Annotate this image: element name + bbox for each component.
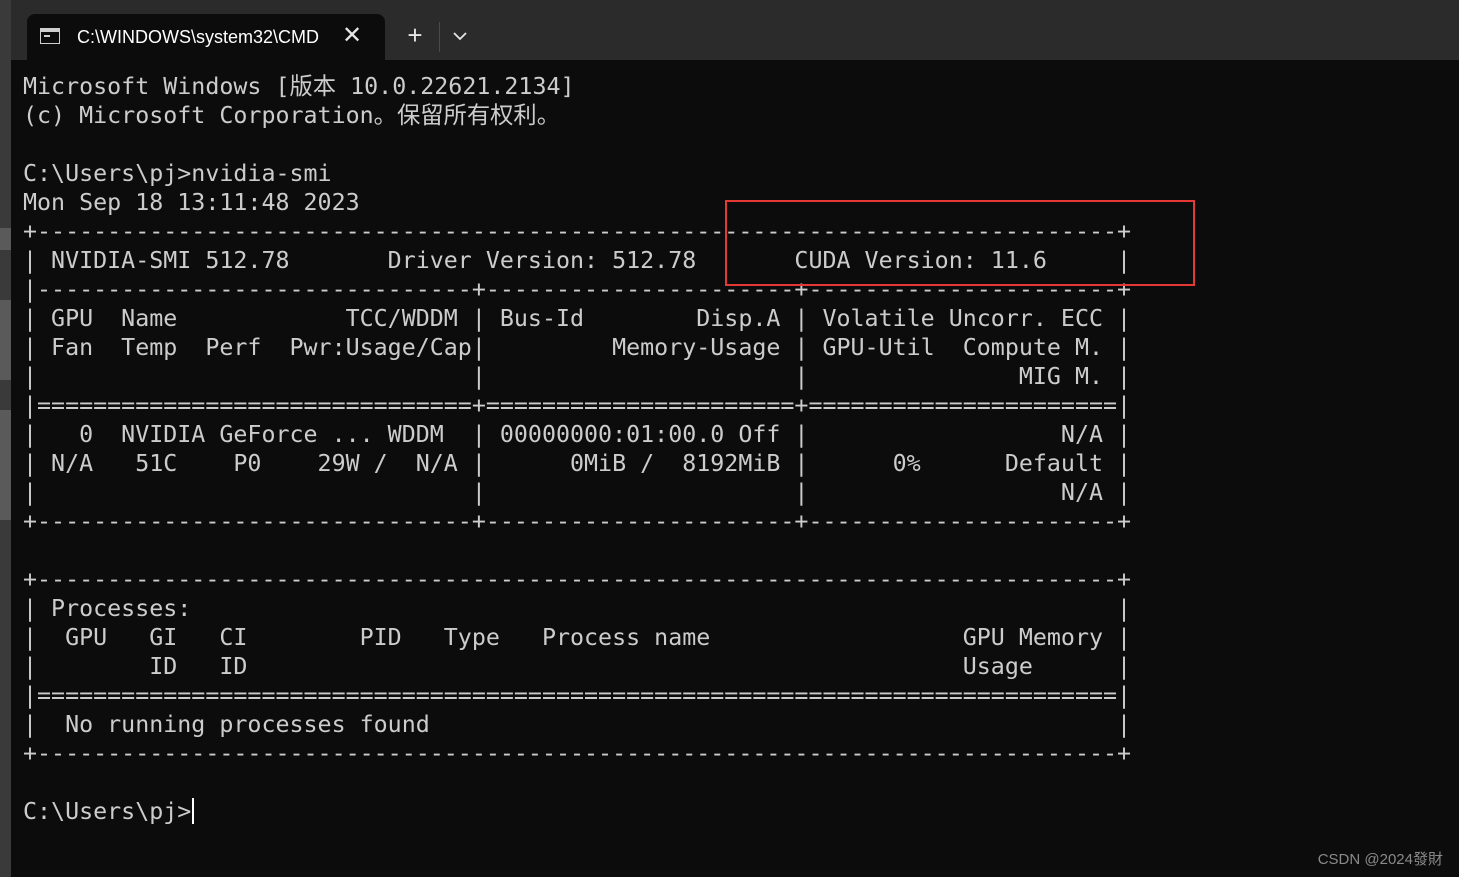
background-strip	[0, 410, 11, 520]
tab-separator	[439, 22, 440, 52]
terminal-line: | | | MIG M. |	[23, 363, 1132, 390]
terminal-output[interactable]: Microsoft Windows [版本 10.0.22621.2134] (c…	[23, 72, 1131, 826]
chevron-down-icon[interactable]	[449, 24, 471, 48]
tab-cmd[interactable]: C:\WINDOWS\system32\CMD ✕	[27, 14, 385, 60]
terminal-line: C:\Users\pj>nvidia-smi	[23, 160, 332, 187]
terminal-line: | No running processes found |	[23, 711, 1132, 738]
background-strip	[0, 300, 11, 380]
prompt-line[interactable]: C:\Users\pj>	[23, 797, 1131, 826]
cmd-icon	[40, 28, 60, 44]
terminal-line: | Processes: |	[23, 595, 1132, 622]
close-icon[interactable]: ✕	[339, 22, 365, 50]
terminal-line: | ID ID Usage |	[23, 653, 1132, 680]
background-window-edge	[0, 0, 11, 877]
terminal-line: +-------------------------------+-------…	[23, 508, 1132, 535]
prompt: C:\Users\pj>	[23, 798, 192, 825]
terminal-line: | | | N/A |	[23, 479, 1132, 506]
terminal-line: |=======================================…	[23, 682, 1132, 709]
terminal-line: | GPU Name TCC/WDDM | Bus-Id Disp.A | Vo…	[23, 305, 1132, 332]
terminal-line: |===============================+=======…	[23, 392, 1132, 419]
terminal-line: (c) Microsoft Corporation。保留所有权利。	[23, 102, 561, 129]
terminal-line: | Fan Temp Perf Pwr:Usage/Cap| Memory-Us…	[23, 334, 1132, 361]
new-tab-button[interactable]: +	[400, 20, 430, 50]
terminal-line: +---------------------------------------…	[23, 740, 1132, 767]
cuda-version-highlight	[725, 200, 1195, 286]
terminal-line: +---------------------------------------…	[23, 566, 1132, 593]
terminal-line: | 0 NVIDIA GeForce ... WDDM | 00000000:0…	[23, 421, 1132, 448]
background-strip	[0, 228, 11, 250]
terminal-line: | GPU GI CI PID Type Process name GPU Me…	[23, 624, 1132, 651]
terminal-line: | N/A 51C P0 29W / N/A | 0MiB / 8192MiB …	[23, 450, 1132, 477]
text-cursor	[192, 798, 195, 824]
watermark: CSDN @2024發財	[1317, 851, 1443, 868]
terminal-line: Microsoft Windows [版本 10.0.22621.2134]	[23, 73, 575, 100]
title-bar: C:\WINDOWS\system32\CMD ✕ +	[11, 0, 1459, 60]
tab-title: C:\WINDOWS\system32\CMD	[77, 27, 320, 47]
